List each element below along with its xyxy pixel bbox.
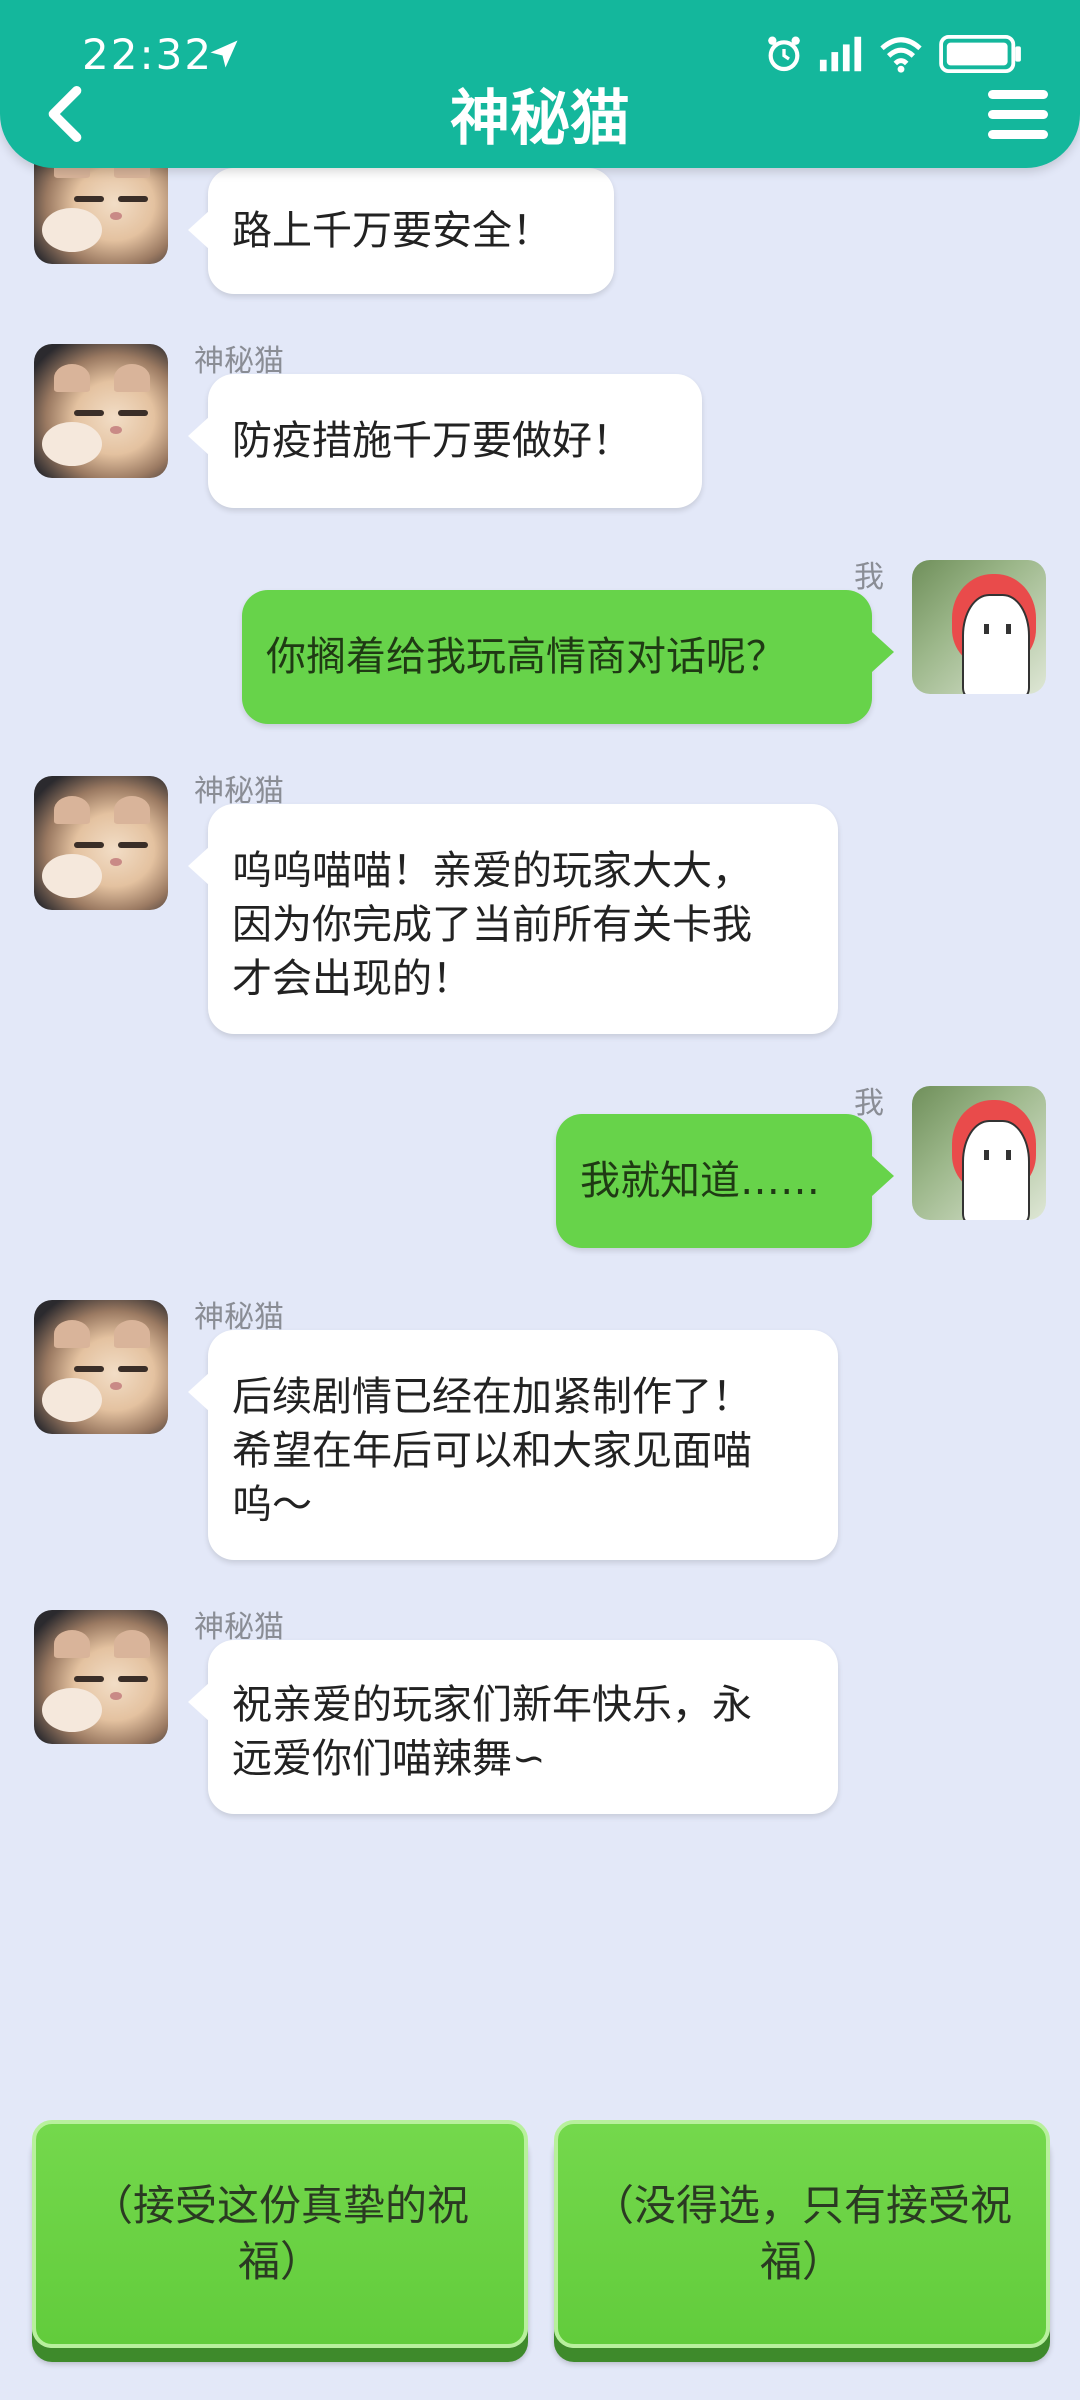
message-bubble: 祝亲爱的玩家们新年快乐，永 远爱你们喵辣舞∽ (188, 1640, 838, 1814)
message-text-line: 后续剧情已经在加紧制作了！ (232, 1374, 752, 1420)
cat-avatar[interactable] (34, 776, 168, 910)
message-text: 防疫措施千万要做好！ (232, 418, 632, 464)
choice-label: （接受这份真挚的祝福） (90, 2181, 469, 2286)
message-bubble: 防疫措施千万要做好！ (188, 374, 702, 508)
message-bubble: 路上千万要安全！ (188, 168, 614, 294)
chat-area[interactable]: 路上千万要安全！ 神秘猫 防疫措施千万要做好！ 我 你搁着给我玩高情商对话呢？ … (0, 0, 1080, 2080)
message-text: 路上千万要安全！ (232, 208, 552, 254)
message-text-line: 远爱你们喵辣舞∽ (232, 1736, 546, 1782)
message-text: 你搁着给我玩高情商对话呢？ (266, 634, 786, 680)
message-text-line: 呜呜喵喵！亲爱的玩家大大， (232, 848, 752, 894)
sender-name: 我 (854, 560, 884, 595)
message-text-line: 祝亲爱的玩家们新年快乐，永 (232, 1682, 752, 1728)
sender-name: 我 (854, 1086, 884, 1121)
player-avatar[interactable] (912, 560, 1046, 694)
chat-title: 神秘猫 (450, 84, 630, 154)
message-bubble: 你搁着给我玩高情商对话呢？ (242, 590, 894, 724)
choice-label-line: 福） (759, 2237, 844, 2286)
message-bubble: 我就知道…… (556, 1114, 894, 1248)
cat-avatar[interactable] (34, 1300, 168, 1434)
player-avatar[interactable] (912, 1086, 1046, 1220)
signal-icon (819, 36, 862, 72)
choice-no-option-button[interactable]: （没得选，只有接受祝 福） (554, 2120, 1050, 2348)
choice-accept-button[interactable]: （接受这份真挚的祝福） (32, 2120, 528, 2348)
app-header: 22:32 神秘猫 (0, 0, 1080, 168)
message-text-line: 才会出现的！ (232, 956, 472, 1002)
cat-avatar[interactable] (34, 344, 168, 478)
hamburger-menu-icon[interactable] (988, 90, 1048, 140)
battery-icon (939, 35, 1021, 73)
message-text-line: 希望在年后可以和大家见面喵 (232, 1428, 752, 1474)
message-text-line: 呜～ (232, 1482, 312, 1528)
wifi-icon (880, 37, 922, 73)
message-bubble: 呜呜喵喵！亲爱的玩家大大， 因为你完成了当前所有关卡我 才会出现的！ (188, 804, 838, 1034)
alarm-icon (768, 36, 800, 72)
message-text: 我就知道…… (580, 1158, 820, 1204)
message-text-line: 因为你完成了当前所有关卡我 (232, 902, 752, 948)
status-icons (764, 34, 1024, 74)
choice-label-line: （没得选，只有接受祝 (591, 2181, 1012, 2230)
location-arrow-icon (210, 40, 238, 68)
cat-avatar[interactable] (34, 1610, 168, 1744)
message-bubble: 后续剧情已经在加紧制作了！ 希望在年后可以和大家见面喵 呜～ (188, 1330, 838, 1560)
